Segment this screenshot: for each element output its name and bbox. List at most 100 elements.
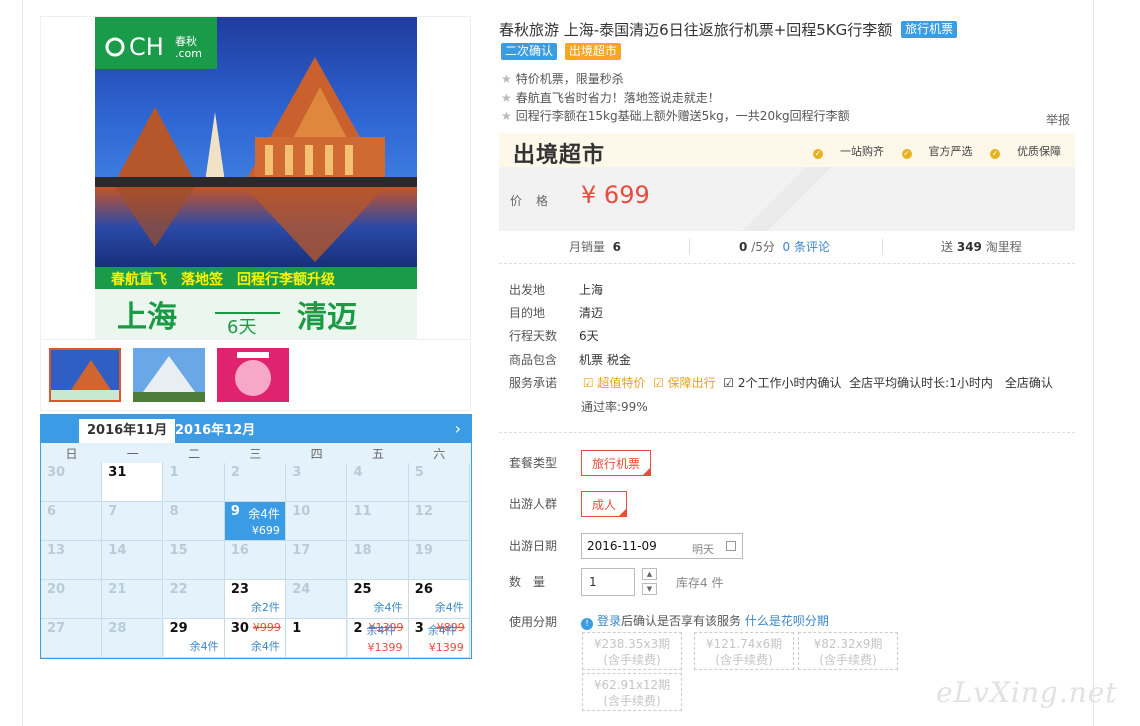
calendar-day[interactable]: 3 ¥899 余4件 ¥1399 [408, 619, 470, 658]
main-product-image[interactable]: 春航直飞 落地签 回程行李额升级 上海 6天 清迈 CH 春秋 .com [95, 17, 417, 339]
tag-confirm: 二次确认 [501, 43, 558, 60]
calendar-day[interactable]: 2 ¥1399 余4件 ¥1399 [347, 619, 409, 658]
logo-domain: .com [175, 47, 202, 60]
calendar-day[interactable]: 26 余4件 [408, 580, 470, 619]
calendar-day: 28 [102, 619, 164, 658]
thumbnail-3[interactable] [217, 348, 289, 402]
day-number: 17 [292, 543, 311, 558]
star-icon: ★ [501, 109, 512, 123]
thumbnail-1[interactable] [49, 348, 121, 402]
huabei-link[interactable]: 什么是花呗分期 [745, 614, 829, 628]
calendar-day: 8 [163, 502, 225, 541]
weekday-label: 三 [249, 447, 262, 461]
calendar-day: 3 [286, 463, 348, 502]
date-value: 2016-11-09 [587, 539, 657, 553]
calendar-day[interactable]: 25 余4件 [347, 580, 409, 619]
day-price: ¥1399 [367, 641, 403, 654]
quantity-input[interactable]: 1 [581, 568, 635, 596]
weekday-label: 一 [126, 447, 139, 461]
day-stock: 余4件 [434, 601, 464, 614]
calendar-day[interactable]: 23 余2件 [224, 580, 286, 619]
promise-rest: 全店平均确认时长:1小时内 全店确认 [849, 376, 1053, 390]
reviews-link[interactable]: 0 条评论 [783, 240, 830, 254]
calendar-day: 27 [41, 619, 102, 658]
calendar-day[interactable]: 9 余4件 ¥699 [224, 502, 286, 541]
calendar-day: 13 [41, 541, 102, 580]
logo-sub: 春秋 [175, 34, 197, 48]
points: 送 349 淘里程 [941, 240, 1022, 254]
day-number: 10 [292, 504, 311, 519]
day-number: 14 [108, 543, 127, 558]
day-number: 9 [230, 504, 240, 519]
installment-plan-3[interactable]: ¥238.35x3期 (含手续费) [582, 632, 682, 670]
promise-1: ☑ 超值特价 [582, 376, 646, 390]
promise-3: ☑ 2个工作小时内确认 [723, 376, 842, 390]
day-number: 22 [169, 582, 188, 597]
installment-plan-12[interactable]: ¥62.91x12期 (含手续费) [582, 673, 682, 711]
tab-month-dec[interactable]: 2016年12月 [167, 419, 263, 443]
calendar-day: 1 [163, 463, 225, 502]
info-includes: 商品包含 机票 税金 [509, 353, 631, 367]
day-number: 1 [292, 621, 302, 636]
stats-divider [882, 239, 883, 255]
next-month-icon[interactable]: › [455, 419, 461, 438]
tag-market[interactable]: 出境超市 [564, 43, 621, 60]
installment-plan-6[interactable]: ¥121.74x6期 (含手续费) [694, 632, 794, 670]
weekday-label: 六 [433, 447, 446, 461]
calendar-header: 2016年11月 2016年12月 › [41, 415, 471, 443]
day-number: 23 [230, 582, 249, 597]
day-number: 12 [414, 504, 433, 519]
price-box: 价格 ¥ 699 [499, 167, 1075, 231]
tab-month-nov[interactable]: 2016年11月 [79, 419, 176, 443]
installment-plan-9[interactable]: ¥82.32x9期 (含手续费) [798, 632, 898, 670]
feature-1: ★ 特价机票，限量秒杀 [501, 72, 624, 86]
promise-rest-2: 通过率:99% [581, 400, 648, 414]
package-option[interactable]: 旅行机票 [581, 450, 652, 476]
calendar-day: 7 [102, 502, 164, 541]
info-icon: ! [581, 618, 593, 630]
group-label: 出游人群 [509, 497, 558, 511]
day-stock: 余4件 [366, 624, 396, 637]
calendar-day[interactable]: 29 余4件 [163, 619, 225, 658]
group-option[interactable]: 成人 [581, 491, 628, 517]
login-link[interactable]: 登录 [597, 614, 621, 628]
calendar-day[interactable]: 30 ¥999 余4件 [224, 619, 286, 658]
tag-row: 二次确认 出境超市 [501, 43, 621, 60]
day-number: 18 [353, 543, 372, 558]
stats-divider [689, 239, 690, 255]
qty-up-icon[interactable]: ▲ [642, 568, 657, 580]
product-title: 春秋旅游 上海-泰国清迈6日往返旅行机票+回程5KG行李额 旅行机票 [499, 19, 958, 40]
market-logo: 出境超市 [513, 143, 606, 168]
day-number: 24 [292, 582, 311, 597]
day-number: 29 [169, 621, 188, 636]
calendar-day: 18 [347, 541, 409, 580]
date-input[interactable]: 2016-11-09 明天 [581, 533, 743, 559]
feature-2: ★ 春航直飞省时省力！落地签说走就走！ [501, 91, 720, 105]
logo-text: CH [129, 33, 164, 61]
market-badges: ✓ 一站购齐 ✓ 官方严选 ✓ 优质保障 [799, 143, 1061, 159]
day-stock: 余4件 [427, 624, 457, 637]
report-link[interactable]: 举报 [1046, 111, 1070, 128]
calendar-day: 19 [408, 541, 470, 580]
rating: 0 /5分 0 条评论 [739, 240, 830, 254]
day-number: 2 [230, 465, 240, 480]
title-tag: 旅行机票 [901, 21, 958, 38]
calendar-day: 15 [163, 541, 225, 580]
watermark: eLvXing.net [936, 676, 1118, 709]
product-title-text: 春秋旅游 上海-泰国清迈6日往返旅行机票+回程5KG行李额 [499, 21, 893, 39]
price-label: 价格 [510, 194, 563, 208]
day-number: 26 [414, 582, 433, 597]
calendar-day: 24 [286, 580, 348, 619]
check-icon: ✓ [990, 149, 1000, 159]
qty-down-icon[interactable]: ▼ [642, 583, 657, 595]
badge-3: ✓ 优质保障 [990, 145, 1061, 159]
thumbnail-2[interactable] [133, 348, 205, 402]
day-number: 3 [414, 621, 424, 636]
info-promise: 服务承诺 ☑ 超值特价 ☑ 保障出行 ☑ 2个工作小时内确认 全店平均确认时长:… [509, 376, 1053, 390]
calendar-icon[interactable] [726, 541, 736, 551]
calendar-day: 17 [286, 541, 348, 580]
calendar-day: 30 [41, 463, 102, 502]
calendar-day: 16 [224, 541, 286, 580]
day-number: 11 [353, 504, 372, 519]
qty-label: 数 量 [509, 575, 546, 589]
